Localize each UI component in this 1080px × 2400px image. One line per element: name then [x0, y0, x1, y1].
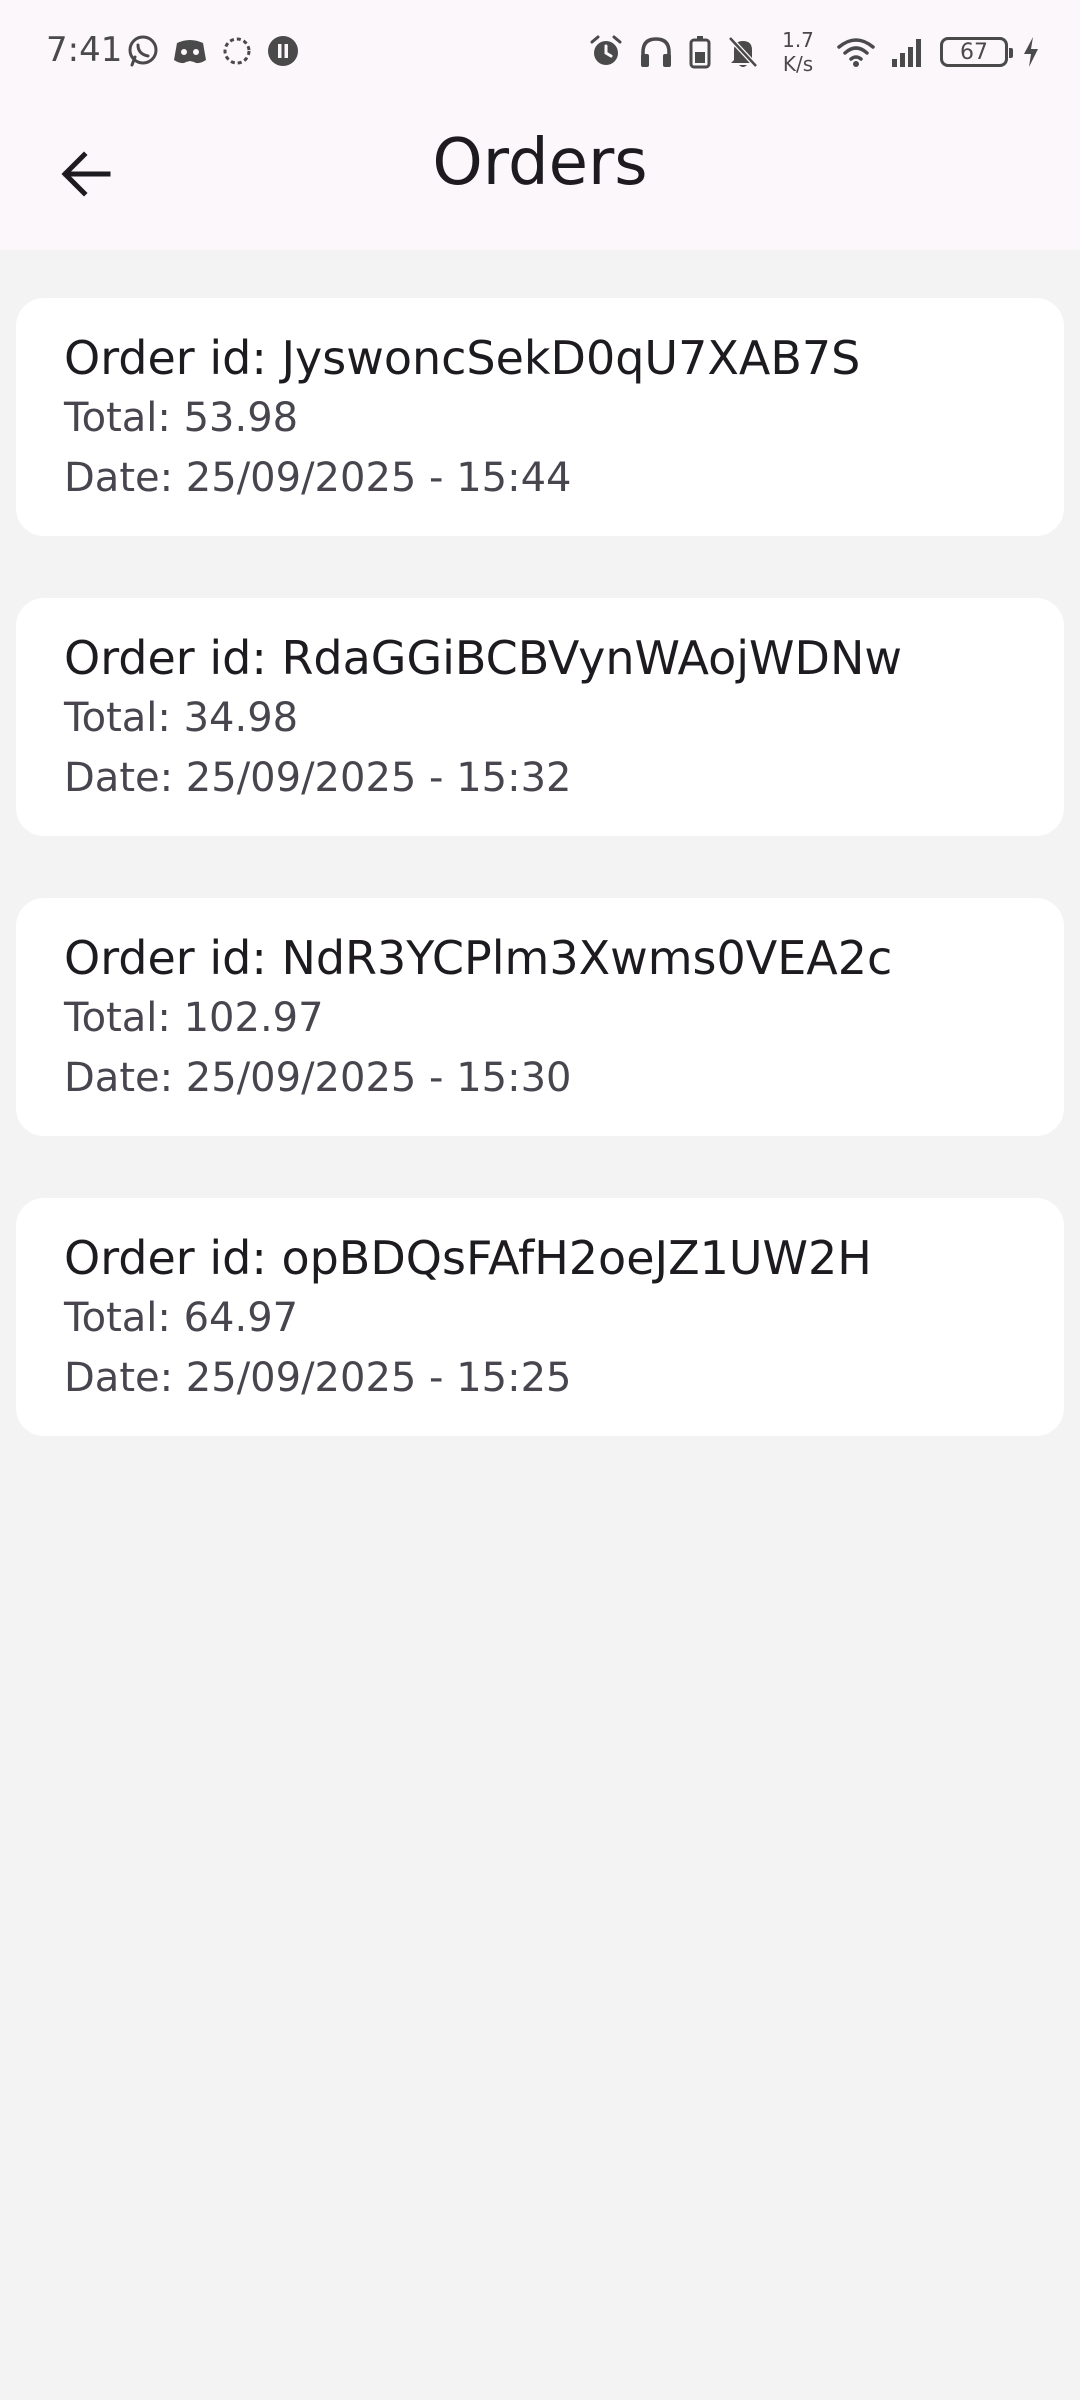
- orders-list: Order id: JyswoncSekD0qU7XAB7S Total: 53…: [16, 298, 1064, 1498]
- network-speed: 1.7 K/s: [774, 28, 822, 76]
- signal-icon: [892, 39, 921, 67]
- order-date: Date: 25/09/2025 - 15:32: [64, 755, 572, 801]
- pause-circle-icon: [268, 36, 298, 66]
- headphones-icon: [641, 37, 671, 67]
- order-total: Total: 34.98: [64, 695, 299, 741]
- page-title: Orders: [432, 126, 648, 200]
- order-id: Order id: opBDQsFAfH2oeJZ1UW2H: [64, 1231, 872, 1285]
- status-right-icons: 1.7 K/s 67: [588, 28, 1040, 76]
- order-id: Order id: NdR3YCPlm3Xwms0VEA2c: [64, 931, 893, 985]
- network-speed-unit: K/s: [782, 52, 814, 76]
- whatsapp-icon: [128, 35, 158, 67]
- charging-icon: [1024, 37, 1038, 67]
- battery-saver-icon: [689, 36, 711, 69]
- discord-icon: [174, 40, 206, 64]
- order-total: Total: 53.98: [64, 395, 299, 441]
- order-card[interactable]: Order id: JyswoncSekD0qU7XAB7S Total: 53…: [16, 298, 1064, 536]
- order-id: Order id: JyswoncSekD0qU7XAB7S: [64, 331, 861, 385]
- order-total: Total: 64.97: [64, 1295, 299, 1341]
- order-date: Date: 25/09/2025 - 15:30: [64, 1055, 572, 1101]
- status-left-icons: [126, 34, 300, 68]
- order-card[interactable]: Order id: RdaGGiBCBVynWAojWDNw Total: 34…: [16, 598, 1064, 836]
- network-speed-value: 1.7: [782, 28, 814, 52]
- sync-dashed-icon: [223, 37, 251, 65]
- order-card[interactable]: Order id: NdR3YCPlm3Xwms0VEA2c Total: 10…: [16, 898, 1064, 1136]
- battery-level: 67: [960, 39, 988, 65]
- wifi-icon: [837, 38, 875, 67]
- order-date: Date: 25/09/2025 - 15:44: [64, 455, 572, 501]
- order-id: Order id: RdaGGiBCBVynWAojWDNw: [64, 631, 902, 685]
- order-card[interactable]: Order id: opBDQsFAfH2oeJZ1UW2H Total: 64…: [16, 1198, 1064, 1436]
- alarm-icon: [590, 35, 622, 65]
- order-date: Date: 25/09/2025 - 15:25: [64, 1355, 572, 1401]
- app-bar: Orders: [0, 104, 1080, 250]
- status-time: 7:41: [46, 30, 123, 70]
- bell-off-icon: [728, 36, 758, 68]
- battery-indicator: 67: [940, 37, 1013, 67]
- status-bar: 7:41 1.7 K/s 67: [0, 0, 1080, 104]
- order-total: Total: 102.97: [64, 995, 324, 1041]
